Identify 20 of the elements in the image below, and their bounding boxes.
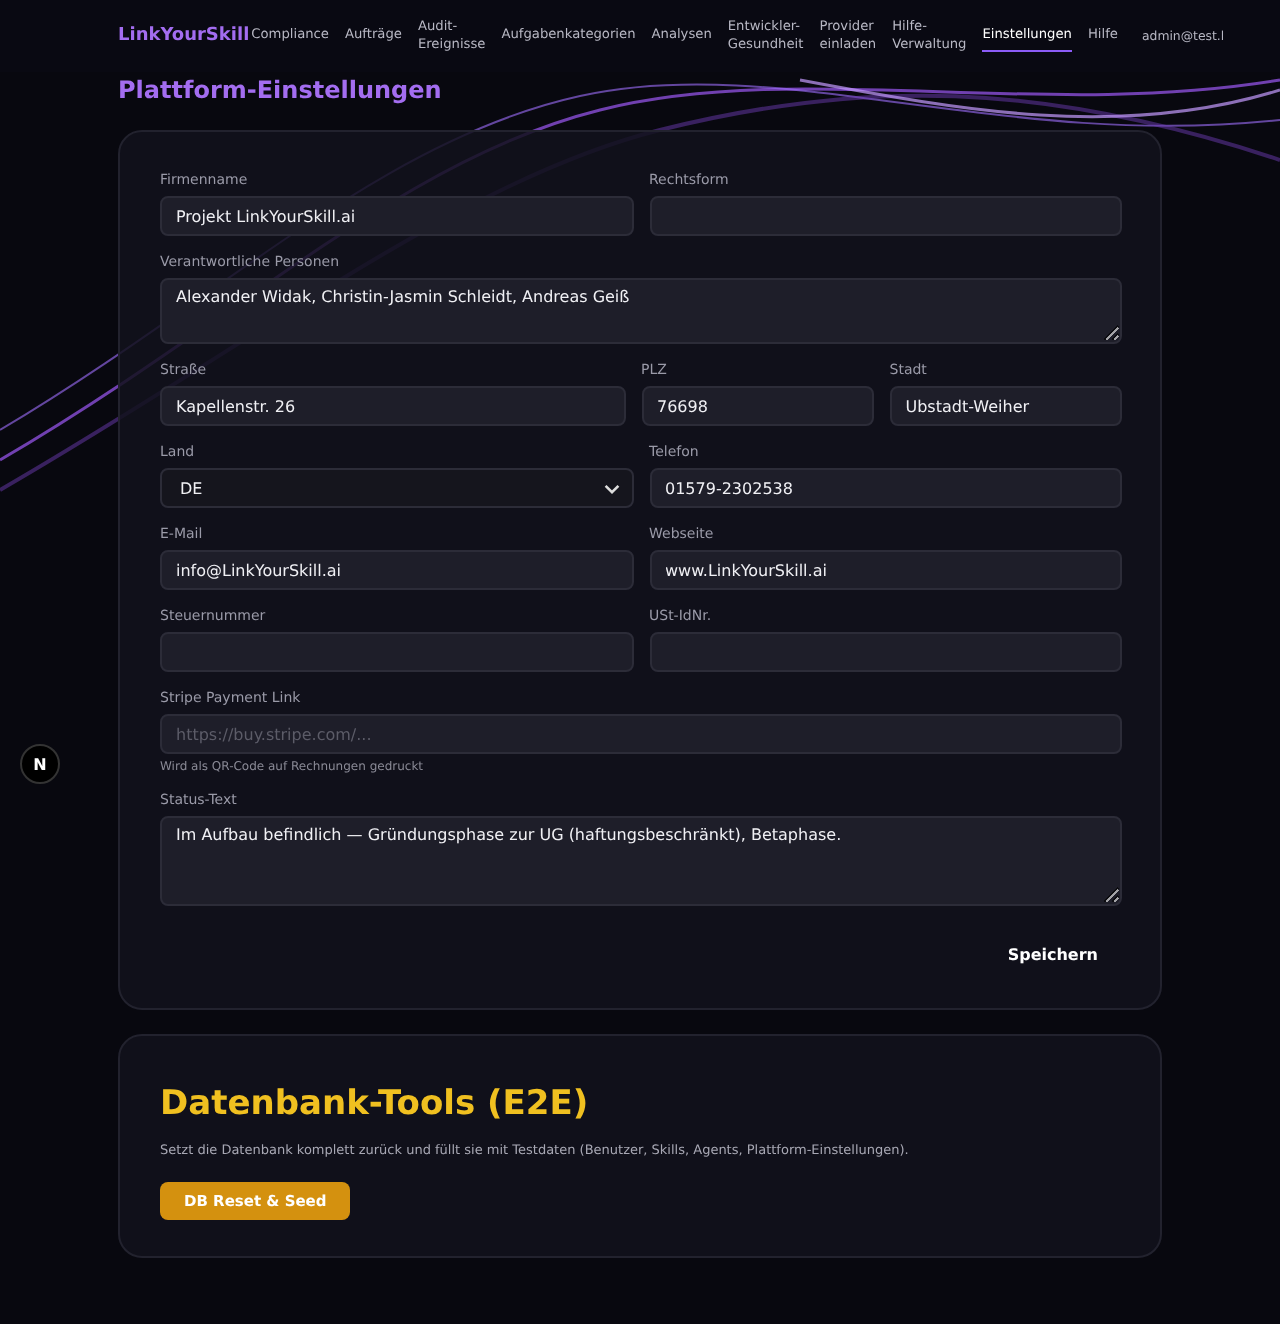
input-field[interactable] — [649, 632, 1122, 672]
input-field[interactable]: Kapellenstr. 26 — [160, 386, 625, 426]
logo[interactable]: LinkYourSkill — [118, 26, 250, 46]
select-dropdown[interactable]: DE — [160, 468, 633, 508]
text-area[interactable]: Im Aufbau befindlich — Gründungsphase zur UG (haftungsbeschränkt), Betaphase. — [160, 816, 1122, 906]
input-field[interactable]: info@LinkYourSkill.ai — [160, 550, 633, 590]
page-title: Plattform-Einstellungen — [118, 76, 444, 104]
dev-indicator-badge[interactable]: N — [20, 744, 60, 784]
input-field[interactable] — [649, 196, 1122, 236]
chevron-down-icon — [603, 483, 619, 493]
input-field[interactable]: www.LinkYourSkill.ai — [649, 550, 1122, 590]
input-field[interactable]: Projekt LinkYourSkill.ai — [160, 196, 633, 236]
input-field[interactable]: 76698 — [641, 386, 874, 426]
input-field[interactable] — [160, 632, 633, 672]
input-field[interactable]: 01579-2302538 — [649, 468, 1122, 508]
text-area[interactable]: Alexander Widak, Christin-Jasmin Schleidt, Andreas Geiß — [160, 278, 1122, 344]
save-button[interactable]: Speichern — [983, 938, 1122, 972]
section-title: Datenbank-Tools (E2E) — [160, 1084, 591, 1124]
input-field[interactable]: https://buy.stripe.com/... — [160, 714, 1122, 754]
input-field[interactable]: Ubstadt-Weiher — [889, 386, 1122, 426]
